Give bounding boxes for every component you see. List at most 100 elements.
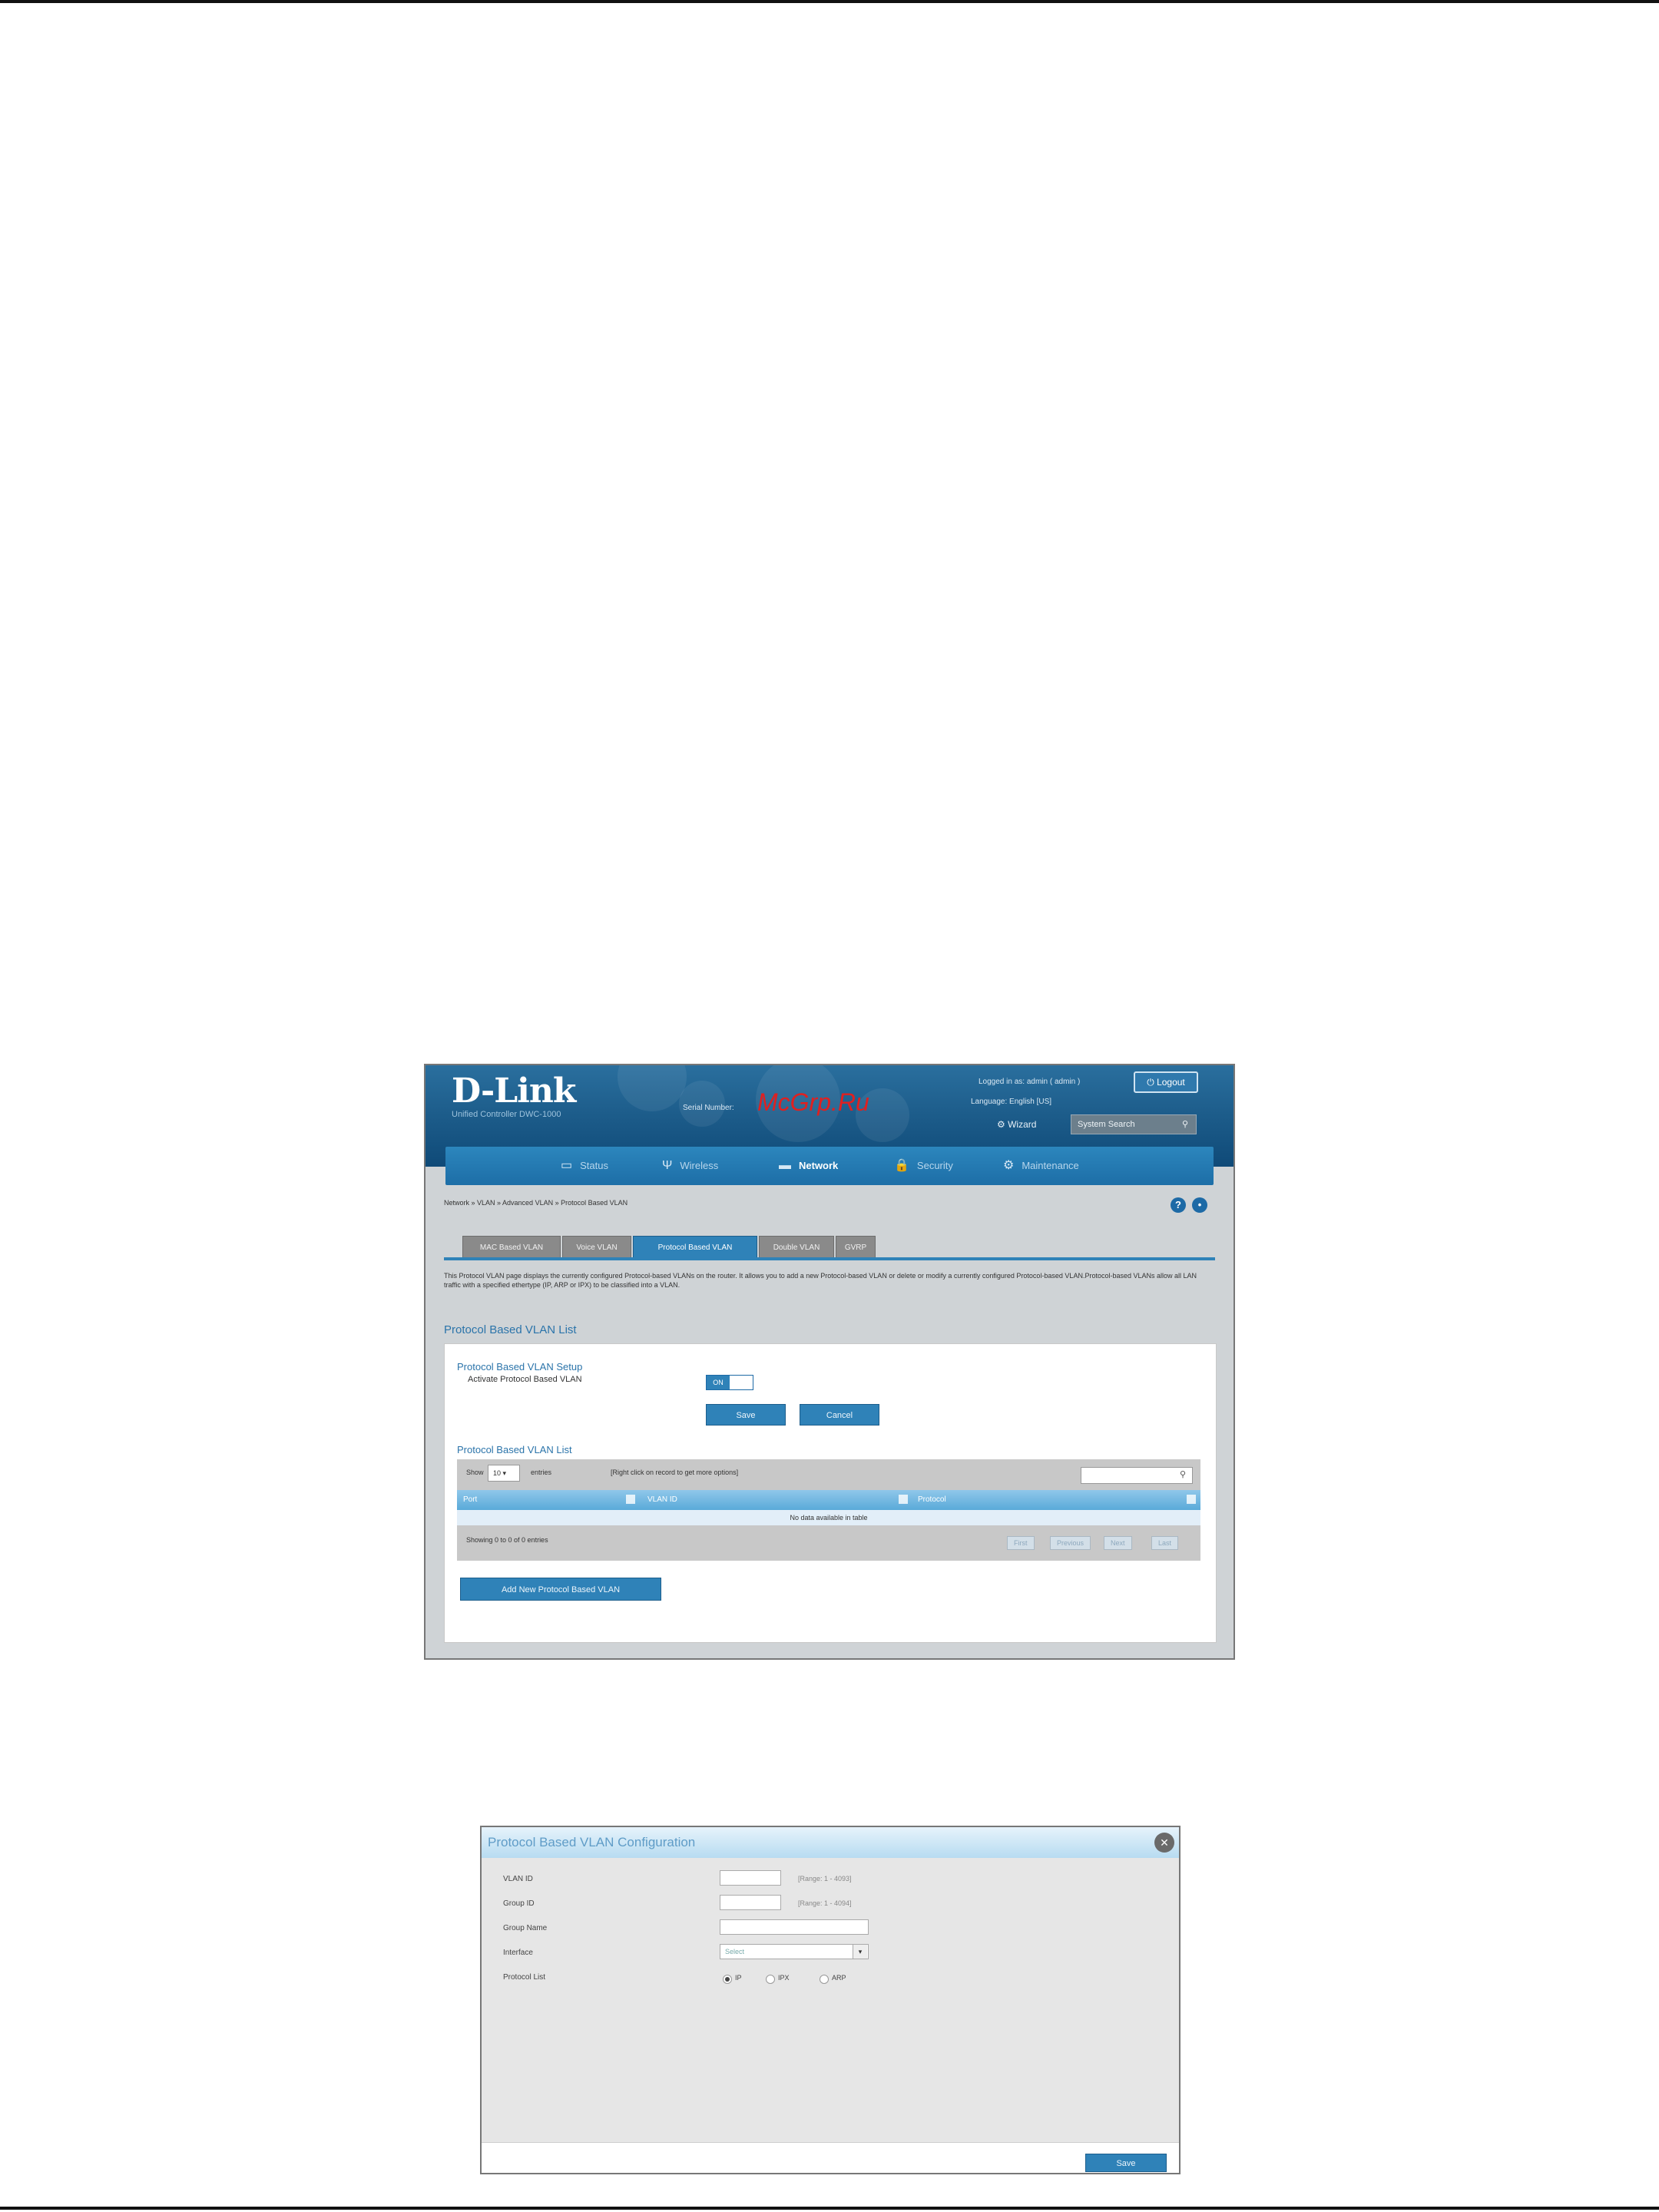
protocol-vlan-list-screenshot: D-Link Unified Controller DWC-1000 Seria… xyxy=(424,1064,1235,1660)
nav-label: Network xyxy=(799,1160,839,1171)
breadcrumb: Network » VLAN » Advanced VLAN » Protoco… xyxy=(444,1199,628,1207)
save-button[interactable]: Save xyxy=(706,1404,786,1426)
page-top-rule xyxy=(0,0,1659,3)
header-bubble xyxy=(618,1065,687,1111)
nav-label: Status xyxy=(580,1160,608,1171)
protocol-option-label: ARP xyxy=(832,1974,846,1982)
pager-next[interactable]: Next xyxy=(1104,1536,1132,1550)
tab-gvrp[interactable]: GVRP xyxy=(836,1236,876,1259)
wizard-label: Wizard xyxy=(1008,1119,1037,1130)
tab-double-vlan[interactable]: Double VLAN xyxy=(759,1236,834,1259)
grid-search-input[interactable]: ⚲ xyxy=(1081,1467,1193,1484)
wizard-link[interactable]: ⚙ Wizard xyxy=(997,1119,1036,1130)
tab-protocol-based-vlan[interactable]: Protocol Based VLAN xyxy=(633,1236,757,1259)
grid-footer: Showing 0 to 0 of 0 entries First Previo… xyxy=(457,1525,1200,1561)
activate-toggle[interactable]: ON xyxy=(706,1375,753,1390)
interface-label: Interface xyxy=(503,1949,533,1957)
nav-status[interactable]: ▭ Status xyxy=(561,1147,608,1185)
protocol-radio-ipx[interactable] xyxy=(766,1975,775,1984)
grid-hint: [Right click on record to get more optio… xyxy=(611,1469,739,1476)
cancel-button[interactable]: Cancel xyxy=(800,1404,879,1426)
showing-count: Showing 0 to 0 of 0 entries xyxy=(466,1536,548,1544)
page-bottom-rule xyxy=(0,2207,1659,2210)
pager-last[interactable]: Last xyxy=(1151,1536,1179,1550)
toggle-on: ON xyxy=(707,1376,730,1389)
interface-value: Select xyxy=(725,1948,745,1955)
tab-underline xyxy=(444,1257,1215,1260)
logout-button[interactable]: ⏻ Logout xyxy=(1134,1071,1198,1093)
language-selector[interactable]: Language: English [US] xyxy=(971,1098,1051,1106)
grid-header: Port VLAN ID Protocol xyxy=(457,1490,1200,1510)
dialog-title: Protocol Based VLAN Configuration xyxy=(488,1835,696,1849)
group-id-input[interactable] xyxy=(720,1895,781,1910)
gear-icon: ⚙ xyxy=(1003,1159,1015,1172)
save-button[interactable]: Save xyxy=(1085,2154,1167,2172)
protocol-vlan-config-screenshot: Protocol Based VLAN Configuration ✕ VLAN… xyxy=(480,1826,1181,2174)
activate-label: Activate Protocol Based VLAN xyxy=(468,1375,582,1384)
main-nav: ▭ Status Ψ Wireless ▬ Network 🔒 Security ⚙ Ma… xyxy=(445,1147,1214,1185)
pager-first[interactable]: First xyxy=(1007,1536,1035,1550)
section-title: Protocol Based VLAN List xyxy=(444,1323,577,1336)
search-icon[interactable]: ⚲ xyxy=(1182,1115,1188,1134)
monitor-icon: ▭ xyxy=(561,1159,573,1172)
nav-label: Security xyxy=(916,1160,953,1171)
settings-icon[interactable]: • xyxy=(1192,1197,1207,1213)
nav-label: Wireless xyxy=(680,1160,719,1171)
nav-security[interactable]: 🔒 Security xyxy=(894,1147,953,1185)
protocol-radio-arp[interactable] xyxy=(820,1975,829,1984)
antenna-icon: Ψ xyxy=(662,1159,673,1172)
grid-toolbar: Show 10 ▾ entries [Right click on record… xyxy=(457,1459,1200,1490)
tab-voice-vlan[interactable]: Voice VLAN xyxy=(562,1236,631,1259)
add-new-protocol-vlan-button[interactable]: Add New Protocol Based VLAN xyxy=(460,1578,661,1601)
logged-in-user: Logged in as: admin ( admin ) xyxy=(979,1078,1081,1086)
chevron-down-icon[interactable]: ▾ xyxy=(853,1945,867,1959)
setup-title: Protocol Based VLAN Setup xyxy=(457,1361,583,1373)
close-icon[interactable]: ✕ xyxy=(1154,1833,1174,1853)
column-vlan-id[interactable]: VLAN ID xyxy=(647,1490,677,1510)
group-id-label: Group ID xyxy=(503,1899,535,1908)
group-name-input[interactable] xyxy=(720,1919,869,1935)
content-panel: Protocol Based VLAN Setup Activate Proto… xyxy=(444,1343,1217,1643)
column-port[interactable]: Port xyxy=(463,1490,477,1510)
product-name: Unified Controller DWC-1000 xyxy=(452,1110,561,1119)
sort-icon[interactable] xyxy=(626,1495,635,1504)
interface-select[interactable]: Select ▾ xyxy=(720,1944,869,1959)
nav-network[interactable]: ▬ Network xyxy=(779,1147,838,1185)
network-icon: ▬ xyxy=(779,1159,791,1172)
nav-wireless[interactable]: Ψ Wireless xyxy=(662,1147,718,1185)
serial-number-label: Serial Number: xyxy=(683,1104,734,1112)
show-label: Show xyxy=(466,1469,484,1476)
brand-logo: D-Link xyxy=(452,1071,576,1111)
wizard-icon: ⚙ xyxy=(997,1119,1008,1130)
protocol-option-label: IPX xyxy=(778,1974,790,1982)
vlan-id-input[interactable] xyxy=(720,1870,781,1886)
tab-mac-based-vlan[interactable]: MAC Based VLAN xyxy=(462,1236,561,1259)
dialog-titlebar: Protocol Based VLAN Configuration ✕ xyxy=(482,1827,1179,1858)
lock-icon: 🔒 xyxy=(894,1159,909,1172)
logout-icon: ⏻ xyxy=(1147,1077,1157,1088)
pager-previous[interactable]: Previous xyxy=(1050,1536,1091,1550)
empty-table-message: No data available in table xyxy=(457,1510,1200,1525)
entries-select[interactable]: 10 ▾ xyxy=(488,1465,520,1482)
logout-label: Logout xyxy=(1157,1077,1185,1088)
sort-icon[interactable] xyxy=(899,1495,908,1504)
search-icon: ⚲ xyxy=(1179,1470,1186,1479)
toggle-off xyxy=(730,1376,753,1389)
vlan-id-label: VLAN ID xyxy=(503,1875,533,1883)
column-protocol[interactable]: Protocol xyxy=(918,1490,946,1510)
watermark: McGrp.Ru xyxy=(757,1088,869,1116)
vlan-id-range: [Range: 1 - 4093] xyxy=(798,1875,852,1883)
list-title: Protocol Based VLAN List xyxy=(457,1444,572,1455)
system-search-input[interactable]: System Search ⚲ xyxy=(1071,1114,1197,1134)
group-id-range: [Range: 1 - 4094] xyxy=(798,1899,852,1907)
search-placeholder: System Search xyxy=(1078,1120,1135,1129)
protocol-radio-ip[interactable] xyxy=(723,1975,732,1984)
protocol-list-label: Protocol List xyxy=(503,1973,546,1982)
protocol-option-label: IP xyxy=(735,1974,742,1982)
nav-maintenance[interactable]: ⚙ Maintenance xyxy=(1003,1147,1079,1185)
sort-icon[interactable] xyxy=(1187,1495,1196,1504)
entries-value: 10 xyxy=(493,1469,502,1477)
help-icon[interactable]: ? xyxy=(1171,1197,1186,1213)
page-description: This Protocol VLAN page displays the cur… xyxy=(444,1272,1197,1289)
group-name-label: Group Name xyxy=(503,1924,548,1932)
